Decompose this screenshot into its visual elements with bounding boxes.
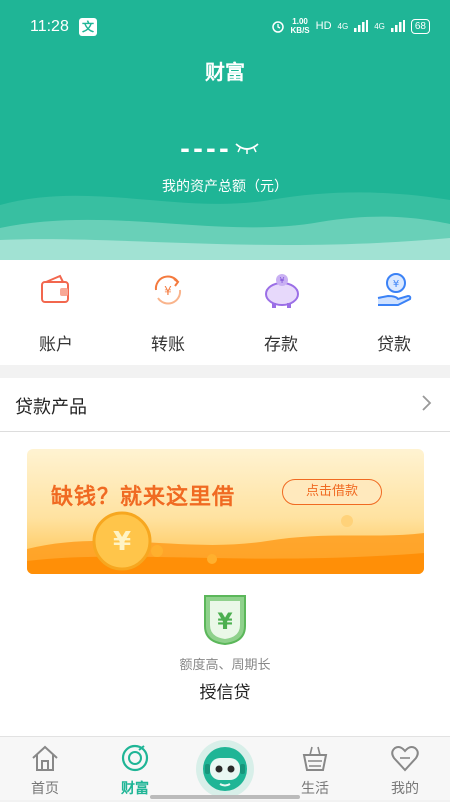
credit-loan-icon[interactable]: ¥ — [199, 592, 251, 646]
svg-text:¥: ¥ — [217, 610, 233, 635]
tab-life[interactable]: 生活 — [270, 737, 360, 801]
signal-icon — [354, 20, 369, 32]
wallet-icon — [41, 274, 69, 303]
tab-wealth[interactable]: 财富 — [90, 737, 180, 801]
tab-home[interactable]: 首页 — [0, 737, 90, 801]
quick-action-transfer[interactable]: ¥ 转账 — [112, 260, 224, 365]
loan-banner[interactable]: ¥ 缺钱？就来这里借 点击借款 — [27, 449, 424, 574]
loan-products-header[interactable]: 贷款产品 — [0, 378, 450, 432]
quick-action-label: 转账 — [151, 335, 185, 355]
banner-headline: 缺钱？就来这里借 — [51, 485, 236, 510]
transfer-icon: ¥ — [154, 275, 182, 305]
signal-label-2: 4G — [374, 21, 385, 31]
eye-closed-icon[interactable] — [234, 140, 260, 156]
banner-illustration: ¥ — [27, 511, 424, 574]
home-icon — [32, 745, 58, 771]
svg-text:¥: ¥ — [113, 527, 131, 557]
robot-assistant-icon — [203, 747, 247, 791]
quick-action-label: 存款 — [264, 335, 298, 355]
piggy-bank-icon: ¥ — [265, 274, 299, 308]
page-title: 财富 — [205, 60, 245, 84]
tab-mine[interactable]: 我的 — [360, 737, 450, 801]
section-title: 贷款产品 — [15, 397, 87, 418]
shopping-basket-icon — [302, 746, 328, 771]
signal-label-1: 4G — [337, 21, 349, 31]
asset-balance-masked: ---- — [180, 135, 232, 163]
asset-total-label: 我的资产总额（元） — [162, 179, 288, 195]
loan-products-content: ¥ 缺钱？就来这里借 点击借款 ¥ 额度高、周期长 授信贷 — [0, 432, 450, 736]
chevron-right-icon[interactable] — [420, 394, 432, 412]
status-bar: 11:28 文 1.00 KB/S HD 4G 4G 68 — [0, 0, 450, 52]
product-subtitle: 额度高、周期长 — [179, 658, 271, 673]
network-speed: 1.00 KB/S — [290, 17, 310, 35]
loan-icon: ¥ — [377, 273, 412, 306]
quick-actions: 账户 ¥ 转账 ¥ 存款 ¥ 贷款 — [0, 260, 450, 365]
app-notification-icon: 文 — [79, 18, 97, 36]
home-indicator — [150, 795, 300, 799]
hd-indicator: HD — [315, 20, 332, 32]
svg-text:¥: ¥ — [393, 279, 399, 290]
quick-action-deposit[interactable]: ¥ 存款 — [225, 260, 337, 365]
battery-indicator: 68 — [410, 18, 430, 34]
robot-assistant-button[interactable] — [196, 740, 254, 798]
system-indicators: 1.00 KB/S HD 4G 4G 68 — [271, 17, 430, 35]
signal-icon-2 — [390, 20, 405, 32]
wealth-header: 11:28 文 1.00 KB/S HD 4G 4G 68 财富 ---- 我的… — [0, 0, 450, 260]
wealth-icon — [121, 744, 149, 772]
tab-label: 我的 — [391, 781, 419, 797]
quick-action-account[interactable]: 账户 — [0, 260, 112, 365]
svg-text:¥: ¥ — [164, 284, 172, 298]
heart-icon — [391, 746, 419, 772]
product-name[interactable]: 授信贷 — [0, 678, 450, 703]
quick-action-loan[interactable]: ¥ 贷款 — [338, 260, 450, 365]
alarm-icon — [271, 21, 284, 33]
quick-action-label: 账户 — [39, 335, 73, 355]
quick-action-label: 贷款 — [377, 335, 411, 355]
status-time: 11:28 — [30, 18, 69, 35]
tab-label: 首页 — [31, 781, 59, 797]
borrow-button[interactable]: 点击借款 — [282, 479, 382, 505]
svg-text:¥: ¥ — [279, 276, 284, 285]
